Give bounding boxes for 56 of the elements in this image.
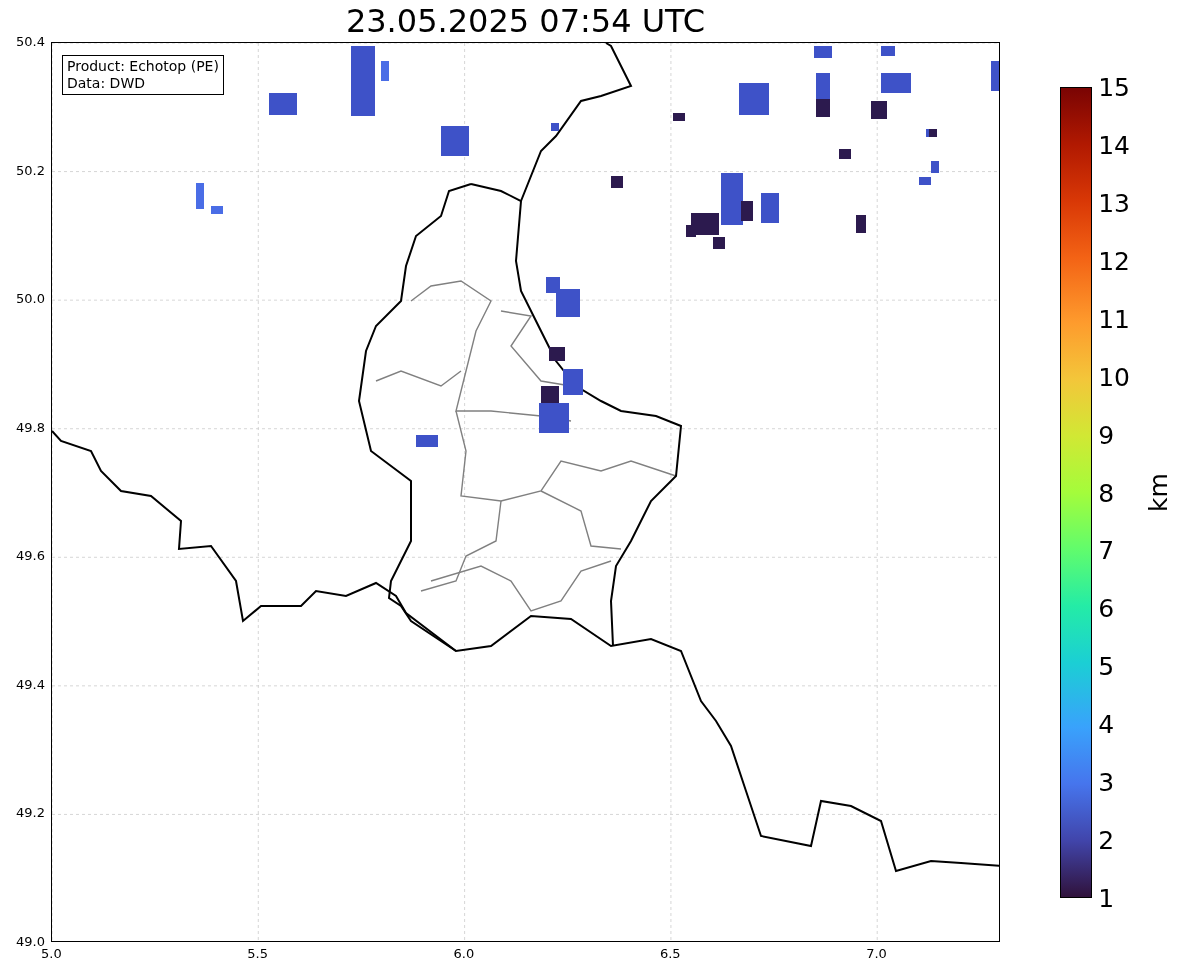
radar-echo xyxy=(991,61,999,91)
colorbar-tick-label: 9 xyxy=(1098,420,1115,450)
colorbar-tick-label: 7 xyxy=(1098,535,1115,565)
radar-echo xyxy=(549,347,565,361)
colorbar-tick-label: 3 xyxy=(1098,767,1115,797)
colorbar-label: km xyxy=(1144,473,1174,512)
axis-tick-label: 49.8 xyxy=(16,419,45,435)
colorbar-tick-label: 10 xyxy=(1098,362,1130,392)
radar-echo xyxy=(611,176,623,188)
radar-echo xyxy=(381,61,389,81)
axis-tick-label: 50.0 xyxy=(16,291,45,307)
radar-echo xyxy=(931,161,939,173)
radar-echo xyxy=(673,113,685,121)
radar-echo xyxy=(919,177,931,185)
axis-tick-label: 7.0 xyxy=(866,946,887,961)
radar-echo xyxy=(211,206,223,214)
colorbar-tick-label: 6 xyxy=(1098,593,1115,623)
axis-tick-label: 49.6 xyxy=(16,548,45,564)
radar-echo xyxy=(856,215,866,233)
info-text: Product: Echotop (PE) xyxy=(67,58,219,75)
radar-echo xyxy=(881,46,895,56)
radar-echo xyxy=(563,369,583,395)
radar-echo xyxy=(761,193,779,223)
colorbar-tick-label: 5 xyxy=(1098,651,1115,681)
axis-tick-label: 5.5 xyxy=(247,946,268,961)
colorbar-tick-label: 12 xyxy=(1098,246,1130,276)
colorbar-tick-label: 1 xyxy=(1098,883,1115,913)
radar-echo xyxy=(416,435,438,447)
radar-echo xyxy=(871,101,887,119)
axis-tick-label: 49.2 xyxy=(16,805,45,821)
colorbar-tick-label: 4 xyxy=(1098,709,1115,739)
radar-echo xyxy=(196,183,204,209)
chart-title: 23.05.2025 07:54 UTC xyxy=(345,2,706,40)
radar-echo xyxy=(713,237,725,249)
axis-tick-label: 5.0 xyxy=(41,946,62,961)
radar-echo xyxy=(551,123,559,131)
axis-tick-label: 6.5 xyxy=(659,946,681,961)
radar-echo xyxy=(739,83,769,115)
radar-echo xyxy=(441,126,469,156)
axis-tick-label: 50.2 xyxy=(16,162,45,178)
axis-tick-label: 49.0 xyxy=(16,934,45,949)
radar-echo xyxy=(814,46,832,58)
colorbar-tick-label: 14 xyxy=(1098,130,1130,160)
colorbar-tick-label: 2 xyxy=(1098,825,1115,855)
colorbar-tick-label: 8 xyxy=(1098,478,1115,507)
radar-echo xyxy=(351,46,375,116)
info-text: Data: DWD xyxy=(67,75,146,92)
radar-echo xyxy=(839,149,851,159)
radar-echo xyxy=(881,73,911,93)
axis-tick-label: 49.4 xyxy=(16,676,45,692)
axis-tick-label: 50.4 xyxy=(16,34,45,49)
colorbar-tick-label: 15 xyxy=(1098,72,1130,102)
colorbar-tick-label: 11 xyxy=(1098,304,1130,334)
radar-echo xyxy=(269,93,297,115)
colorbar-tick-label: 13 xyxy=(1098,188,1130,218)
axis-tick-label: 6.0 xyxy=(453,946,475,961)
